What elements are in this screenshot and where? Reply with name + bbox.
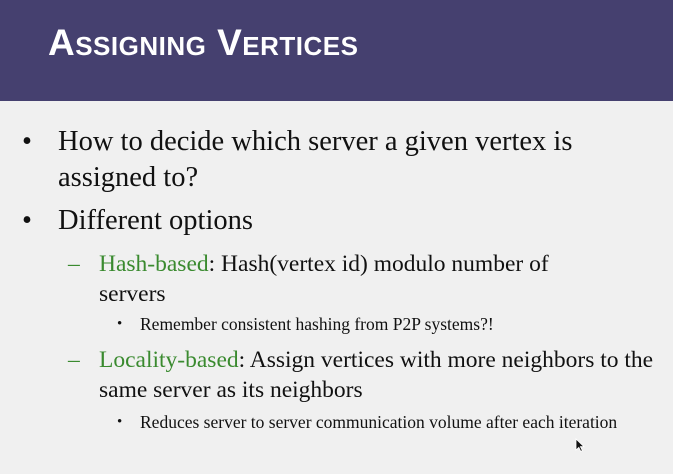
sub-bullet-item: – Locality-based: Assign vertices with m…: [68, 345, 671, 405]
sub-bullet-item: – Hash-based: Hash(vertex id) modulo num…: [68, 249, 609, 309]
bullet-item: • How to decide which server a given ver…: [22, 124, 638, 196]
term-hash-based: Hash-based: [99, 251, 209, 277]
dash-marker: –: [68, 251, 80, 277]
bullet-marker: •: [22, 126, 32, 157]
sub-sub-bullet-text: Reduces server to server communication v…: [140, 412, 618, 432]
mouse-pointer-icon: [575, 438, 585, 452]
slide-content: • How to decide which server a given ver…: [0, 0, 673, 474]
slide: Assigning Vertices • How to decide which…: [0, 0, 673, 474]
bullet-text: Different options: [58, 205, 253, 236]
bullet-item: • Different options: [22, 203, 638, 239]
sub-sub-bullet-text: Remember consistent hashing from P2P sys…: [140, 314, 494, 334]
bullet-marker: •: [117, 316, 123, 332]
bullet-marker: •: [117, 414, 123, 430]
dash-marker: –: [68, 347, 80, 373]
bullet-marker: •: [22, 205, 32, 236]
sub-sub-bullet-item: • Remember consistent hashing from P2P s…: [117, 312, 620, 336]
bullet-text: How to decide which server a given verte…: [58, 126, 573, 193]
sub-sub-bullet-item: • Reduces server to server communication…: [117, 410, 640, 434]
term-locality-based: Locality-based: [99, 347, 239, 373]
